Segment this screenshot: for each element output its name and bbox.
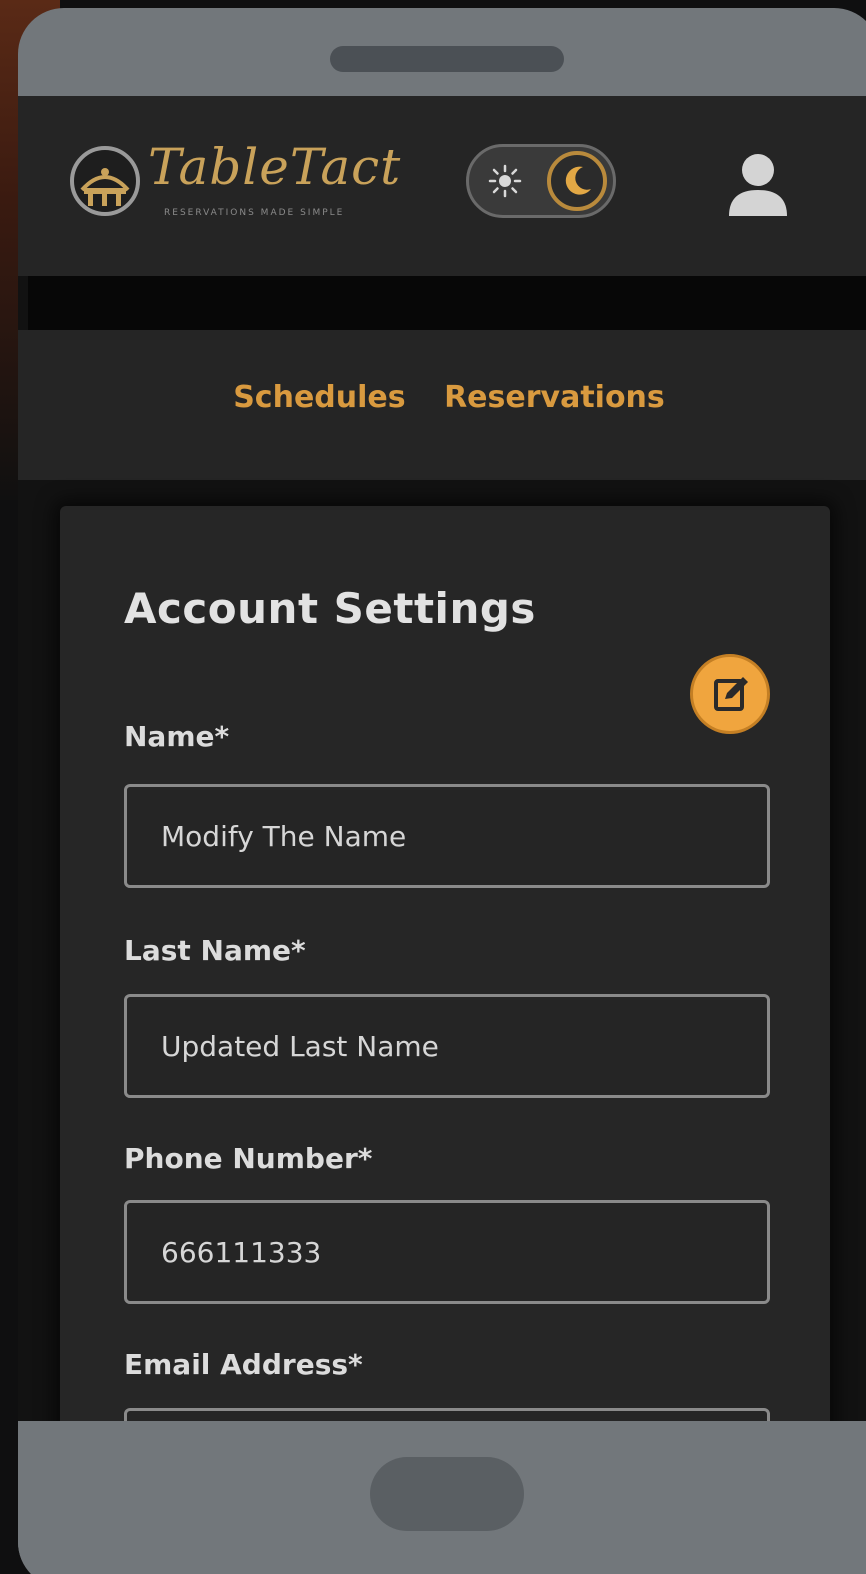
name-input[interactable] (124, 784, 770, 888)
name-label: Name* (124, 720, 230, 753)
moon-icon (565, 166, 591, 195)
nav-link-reservations[interactable]: Reservations (444, 380, 665, 415)
logo-text: TableTact (148, 138, 402, 196)
phone-number-input[interactable] (124, 1200, 770, 1304)
email-address-input[interactable] (124, 1408, 770, 1421)
account-settings-card: Account Settings Name* Last Name* Phone … (60, 506, 830, 1421)
phone-number-label: Phone Number* (124, 1142, 373, 1175)
header-divider (28, 276, 866, 330)
last-name-label: Last Name* (124, 934, 306, 967)
logo-tagline: RESERVATIONS MADE SIMPLE (164, 208, 345, 218)
home-button[interactable] (370, 1457, 524, 1531)
nav-links: Schedules Reservations (18, 380, 866, 415)
phone-speaker (330, 46, 564, 72)
nav-link-schedules[interactable]: Schedules (233, 380, 405, 415)
edit-icon (714, 677, 748, 711)
theme-toggle[interactable] (466, 144, 616, 218)
page-title: Account Settings (124, 584, 536, 633)
logo-emblem-icon (70, 146, 140, 216)
phone-bottom-bezel (18, 1421, 866, 1574)
user-icon[interactable] (723, 148, 793, 220)
app-screen: TableTact RESERVATIONS MADE SIMPLE Sched… (18, 96, 866, 1421)
email-address-label: Email Address* (124, 1348, 363, 1381)
app-logo[interactable]: TableTact RESERVATIONS MADE SIMPLE (68, 138, 400, 228)
app-header: TableTact RESERVATIONS MADE SIMPLE (18, 96, 866, 276)
nav-bar: Schedules Reservations (18, 330, 866, 480)
edit-button[interactable] (690, 654, 770, 734)
phone-frame: TableTact RESERVATIONS MADE SIMPLE Sched… (18, 8, 866, 1574)
last-name-input[interactable] (124, 994, 770, 1098)
sun-icon (488, 164, 522, 198)
toggle-knob (547, 151, 607, 211)
